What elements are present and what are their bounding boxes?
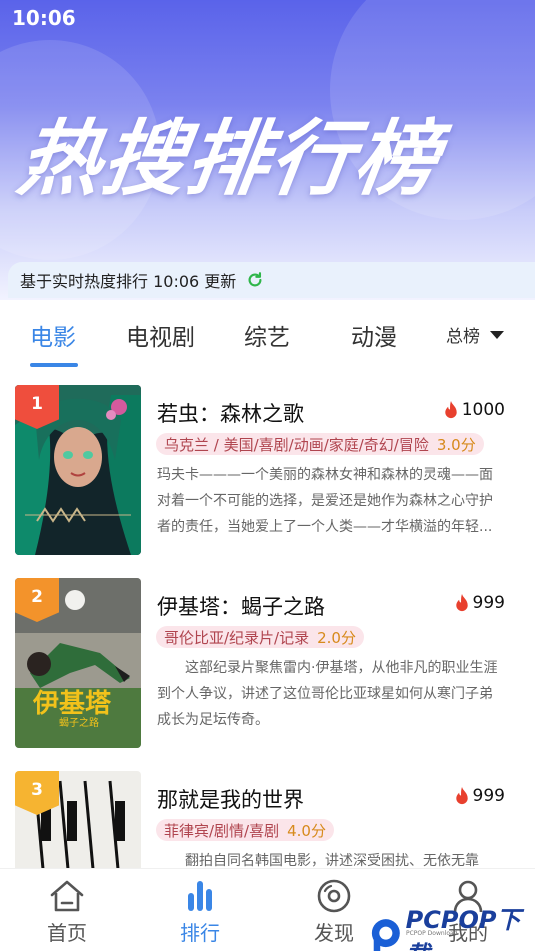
nav-home-label: 首页 <box>47 921 87 945</box>
nav-ranking-label: 排行 <box>180 921 220 945</box>
poster-image: 1 <box>15 385 141 555</box>
ranking-icon <box>188 881 212 911</box>
watermark: PCPOP下载 PCPOP Download <box>370 900 535 951</box>
genre-tag: 菲律宾/剧情/喜剧 4.0分 <box>156 819 334 841</box>
rating-score: 4.0分 <box>287 821 326 840</box>
list-item[interactable]: 1 若虫：森林之歌 1000 乌克兰 / 美国/喜剧/动画/家庭/奇幻/冒险 3… <box>0 368 535 555</box>
list-item[interactable]: 伊基塔 蝎子之路 2 伊基塔：蝎子之路 999 哥伦比亚/纪录片/记录 2.0分… <box>0 561 535 748</box>
nav-discover-label: 发现 <box>314 921 354 945</box>
poster-image: 伊基塔 蝎子之路 2 <box>15 578 141 748</box>
heat-value: 999 <box>472 786 505 806</box>
caret-down-icon <box>490 330 504 339</box>
tab-anime[interactable]: 动漫 <box>351 318 397 352</box>
movie-description: 这部纪录片聚焦雷内·伊基塔，从他非凡的职业生涯到个人争议，讲述了这位哥伦比亚球星… <box>157 660 498 728</box>
category-tabs: 电影 电视剧 综艺 动漫 总榜 <box>0 300 535 368</box>
update-bar: 基于实时热度排行 10:06 更新 <box>8 262 535 298</box>
fire-icon <box>455 786 468 804</box>
update-text: 基于实时热度排行 10:06 更新 <box>20 272 237 291</box>
genre-text: 乌克兰 / 美国/喜剧/动画/家庭/奇幻/冒险 <box>164 435 429 454</box>
ranking-list: 1 若虫：森林之歌 1000 乌克兰 / 美国/喜剧/动画/家庭/奇幻/冒险 3… <box>0 368 535 868</box>
heat-value: 1000 <box>461 400 505 420</box>
rank-type-label: 总榜 <box>446 327 480 347</box>
genre-tag: 乌克兰 / 美国/喜剧/动画/家庭/奇幻/冒险 3.0分 <box>156 433 484 455</box>
rating-score: 2.0分 <box>317 628 356 647</box>
rank-type-dropdown[interactable]: 总榜 <box>446 322 504 347</box>
movie-description: 玛夫卡———一个美丽的森林女神和森林的灵魂——面对着一个不可能的选择，是爱还是她… <box>157 467 493 535</box>
discover-icon <box>317 879 351 913</box>
heat-score: 999 <box>454 593 505 613</box>
watermark-subtext: PCPOP Download <box>406 930 458 937</box>
genre-tag: 哥伦比亚/纪录片/记录 2.0分 <box>156 626 364 648</box>
heat-score: 1000 <box>443 400 505 420</box>
heat-score: 999 <box>454 786 505 806</box>
tab-variety[interactable]: 综艺 <box>244 318 290 352</box>
movie-title[interactable]: 若虫：森林之歌 <box>157 398 304 428</box>
genre-text: 菲律宾/剧情/喜剧 <box>164 821 280 840</box>
movie-description: 翻拍自同名韩国电影，讲述深受困扰、无依无靠 <box>185 853 479 868</box>
genre-text: 哥伦比亚/纪录片/记录 <box>164 628 310 647</box>
list-item[interactable]: 3 那就是我的世界 999 菲律宾/剧情/喜剧 4.0分 翻拍自同名韩国电影，讲… <box>0 754 535 868</box>
watermark-logo-icon <box>371 919 400 951</box>
nav-ranking[interactable]: 排行 <box>160 879 240 946</box>
status-time: 10:06 <box>12 6 76 30</box>
tab-movie[interactable]: 电影 <box>30 318 76 352</box>
poster-subtitle-text: 蝎子之路 <box>59 718 99 729</box>
watermark-text: PCPOP下载 <box>405 906 521 951</box>
nav-home[interactable]: 首页 <box>27 879 107 946</box>
refresh-icon[interactable] <box>246 271 264 289</box>
heat-value: 999 <box>472 593 505 613</box>
movie-title[interactable]: 那就是我的世界 <box>157 784 304 814</box>
poster-image: 3 <box>15 771 141 868</box>
fire-icon <box>455 593 468 611</box>
rating-score: 3.0分 <box>436 435 476 454</box>
movie-title[interactable]: 伊基塔：蝎子之路 <box>157 591 325 621</box>
banner-title: 热搜排行榜 <box>12 112 446 207</box>
fire-icon <box>445 400 457 418</box>
header-banner: 10:06 热搜排行榜 基于实时热度排行 10:06 更新 <box>0 0 535 300</box>
active-tab-indicator <box>30 363 78 367</box>
nav-discover[interactable]: 发现 <box>294 879 374 946</box>
home-icon <box>50 880 84 912</box>
tab-tv-series[interactable]: 电视剧 <box>126 318 195 352</box>
